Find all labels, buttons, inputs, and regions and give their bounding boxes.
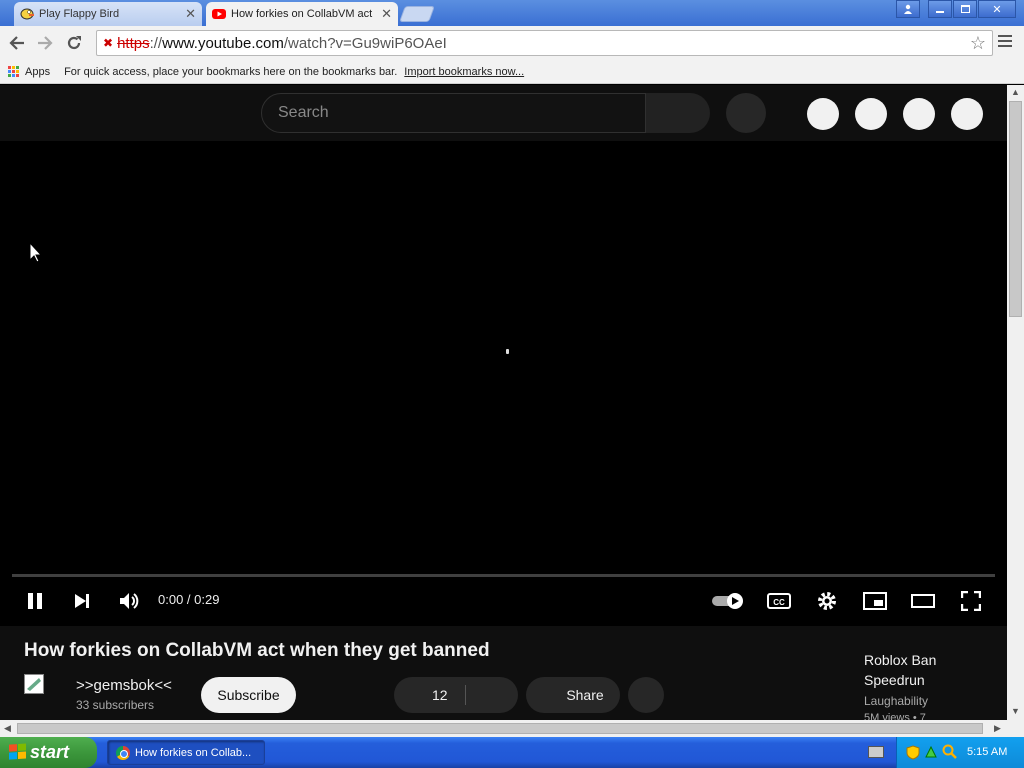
- like-count: 12: [432, 687, 448, 703]
- time-display: 0:00 / 0:29: [158, 592, 220, 607]
- settings-icon[interactable]: [813, 587, 841, 615]
- security-shield-icon[interactable]: [906, 745, 920, 760]
- voice-search-button[interactable]: [726, 93, 766, 133]
- video-title: How forkies on CollabVM act when they ge…: [24, 640, 490, 661]
- horizontal-scrollbar[interactable]: ◀ ▶: [0, 720, 1007, 737]
- youtube-masthead: Search: [0, 85, 1007, 141]
- minimize-button[interactable]: [928, 0, 952, 18]
- tab-title: Play Flappy Bird: [39, 8, 120, 20]
- chrome-menu-icon[interactable]: [998, 35, 1012, 50]
- clock[interactable]: 5:15 AM: [967, 746, 1007, 758]
- browser-toolbar: ✖ https://www.youtube.com/watch?v=Gu9wiP…: [0, 26, 1024, 60]
- header-button-3[interactable]: [903, 98, 935, 130]
- system-tray: 5:15 AM: [896, 737, 1024, 768]
- user-icon[interactable]: [896, 0, 920, 18]
- forward-icon[interactable]: [33, 31, 57, 55]
- miniplayer-icon[interactable]: [861, 587, 889, 615]
- search-tray-icon[interactable]: [942, 744, 958, 760]
- autoplay-toggle-icon[interactable]: [710, 587, 746, 615]
- theater-icon[interactable]: [909, 587, 937, 615]
- url-scheme: https: [117, 34, 150, 52]
- network-icon[interactable]: [924, 745, 938, 760]
- windows-flag-icon: [9, 743, 27, 761]
- apps-link[interactable]: Apps: [25, 66, 50, 78]
- search-input[interactable]: Search: [261, 93, 646, 133]
- search-button[interactable]: [646, 93, 710, 133]
- tab-youtube-video[interactable]: How forkies on CollabVM act ✕: [206, 2, 398, 26]
- avatar[interactable]: [951, 98, 983, 130]
- like-dislike-button[interactable]: 12: [394, 677, 518, 713]
- apps-icon[interactable]: [8, 66, 19, 77]
- address-bar[interactable]: ✖ https://www.youtube.com/watch?v=Gu9wiP…: [96, 30, 993, 56]
- scroll-corner: [1007, 720, 1024, 737]
- flappy-bird-favicon: [20, 8, 34, 20]
- next-icon[interactable]: [68, 587, 96, 615]
- svg-text:CC: CC: [773, 598, 785, 607]
- subscriber-count: 33 subscribers: [76, 698, 155, 712]
- progress-bar[interactable]: [12, 574, 995, 577]
- search-placeholder: Search: [278, 104, 329, 121]
- new-tab-button[interactable]: [399, 6, 435, 22]
- back-icon[interactable]: [5, 31, 29, 55]
- vertical-scrollbar[interactable]: ▲ ▼: [1007, 85, 1024, 720]
- scroll-down-icon[interactable]: ▼: [1011, 706, 1020, 716]
- video-player[interactable]: 0:00 / 0:29 CC: [0, 141, 1007, 626]
- windows-taskbar: start How forkies on Collab... 5:15 AM: [0, 737, 1024, 768]
- like-divider: [465, 685, 466, 705]
- start-button[interactable]: start: [0, 737, 97, 768]
- close-window-button[interactable]: ✕: [978, 0, 1016, 18]
- scroll-right-icon[interactable]: ▶: [994, 723, 1001, 734]
- loading-spinner: [506, 349, 509, 354]
- keyboard-icon[interactable]: [868, 746, 884, 758]
- share-button[interactable]: Share: [526, 677, 620, 713]
- horizontal-scroll-thumb[interactable]: [17, 723, 983, 734]
- channel-avatar[interactable]: [24, 674, 44, 694]
- reload-icon[interactable]: [62, 31, 86, 55]
- bookmarks-hint: For quick access, place your bookmarks h…: [64, 65, 398, 78]
- recommended-views: 5M views • 7: [864, 712, 926, 720]
- url-path: /watch?v=Gu9wiP6OAeI: [283, 34, 447, 52]
- bookmark-star-icon[interactable]: ☆: [970, 33, 986, 54]
- tab-strip: Play Flappy Bird ✕ How forkies on Collab…: [0, 0, 1024, 26]
- vertical-scroll-thumb[interactable]: [1009, 101, 1022, 317]
- taskbar-item-chrome[interactable]: How forkies on Collab...: [107, 740, 265, 765]
- header-button-2[interactable]: [855, 98, 887, 130]
- url-host: www.youtube.com: [162, 34, 284, 52]
- subscribe-button[interactable]: Subscribe: [201, 677, 296, 713]
- captions-icon[interactable]: CC: [765, 587, 793, 615]
- video-info: How forkies on CollabVM act when they ge…: [0, 626, 1007, 720]
- chrome-icon: [116, 745, 130, 760]
- bookmarks-bar: Apps For quick access, place your bookma…: [0, 60, 1024, 84]
- insecure-lock-icon[interactable]: ✖: [103, 36, 113, 50]
- start-label: start: [30, 742, 70, 762]
- scroll-up-icon[interactable]: ▲: [1011, 87, 1020, 97]
- taskbar-item-label: How forkies on Collab...: [135, 746, 252, 759]
- volume-icon[interactable]: [115, 587, 143, 615]
- close-tab-icon[interactable]: ✕: [185, 6, 196, 22]
- pause-icon[interactable]: [21, 587, 49, 615]
- import-bookmarks-link[interactable]: Import bookmarks now...: [404, 66, 524, 78]
- channel-name[interactable]: >>gemsbok<<: [76, 677, 172, 694]
- scroll-left-icon[interactable]: ◀: [4, 723, 11, 734]
- fullscreen-icon[interactable]: [957, 587, 985, 615]
- restore-button[interactable]: [953, 0, 977, 18]
- header-button-1[interactable]: [807, 98, 839, 130]
- more-actions-button[interactable]: [628, 677, 664, 713]
- recommended-video-title[interactable]: Roblox Ban Speedrun: [864, 650, 974, 690]
- close-tab-icon[interactable]: ✕: [381, 6, 392, 22]
- tab-title: How forkies on CollabVM act: [231, 8, 373, 20]
- youtube-favicon: [212, 9, 226, 19]
- tab-flappy-bird[interactable]: Play Flappy Bird ✕: [14, 2, 202, 26]
- recommended-channel: Laughability: [864, 694, 929, 708]
- mouse-cursor-icon: [30, 243, 42, 263]
- youtube-page: Search 0:00 / 0:29 CC How forkies on Col…: [0, 85, 1007, 720]
